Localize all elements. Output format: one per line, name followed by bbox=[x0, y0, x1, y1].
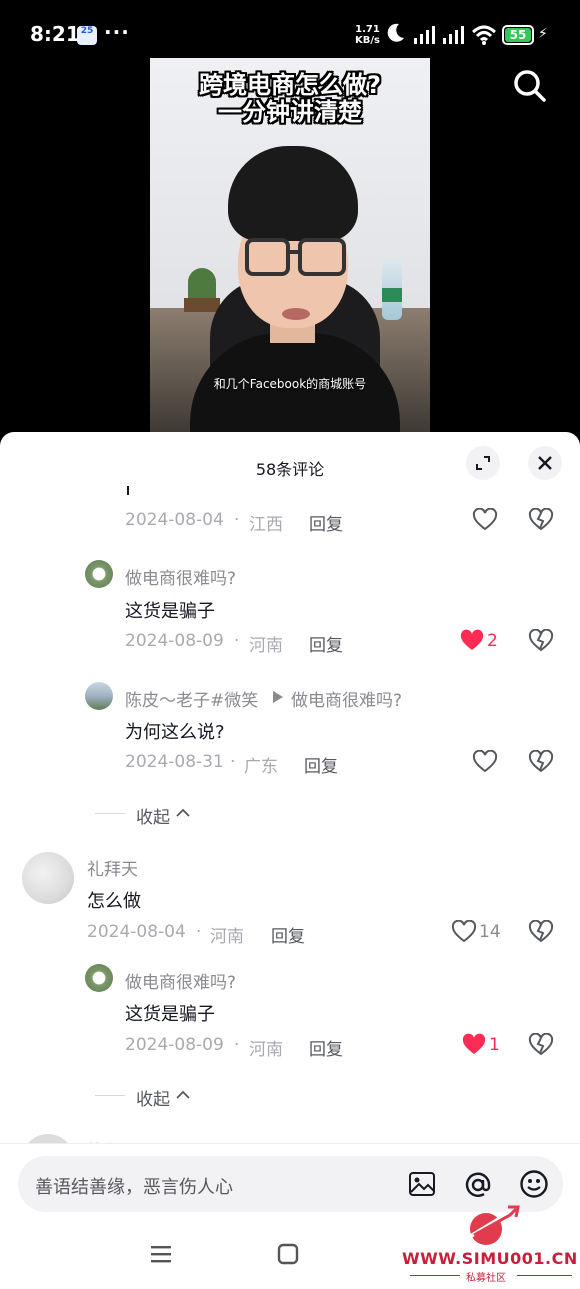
more-notifications-icon: ··· bbox=[104, 20, 130, 44]
reply-author[interactable]: 陈皮～老子#微笑 bbox=[125, 686, 258, 711]
wifi-icon bbox=[471, 25, 497, 45]
reply-date: 2024-08-09 bbox=[125, 1035, 224, 1055]
home-icon[interactable] bbox=[276, 1242, 300, 1266]
avatar[interactable] bbox=[85, 560, 113, 588]
net-speed: 1.71 KB/s bbox=[355, 24, 380, 46]
net-speed-unit: KB/s bbox=[355, 35, 380, 46]
collapse-label: 收起 bbox=[136, 1090, 170, 1110]
reply-button[interactable]: 回复 bbox=[309, 510, 343, 535]
battery-icon: 55 bbox=[502, 25, 534, 45]
app-badge-icon: 25 bbox=[77, 26, 97, 45]
comment-date: 2024-08-04 bbox=[125, 510, 224, 530]
dislike-icon[interactable] bbox=[528, 750, 554, 774]
menu-icon[interactable] bbox=[150, 1244, 172, 1264]
reply-text: 这货是骗子 bbox=[125, 601, 215, 622]
video-player[interactable]: 跨境电商怎么做? 一分钟讲清楚 和几个Facebook的商城账号 bbox=[150, 58, 430, 438]
heart-icon[interactable] bbox=[451, 920, 477, 944]
reply-location: 河南 bbox=[249, 1040, 283, 1060]
reply-button[interactable]: 回复 bbox=[309, 631, 343, 656]
like-count: 1 bbox=[489, 1035, 500, 1055]
like-count: 14 bbox=[479, 922, 501, 942]
close-button[interactable] bbox=[528, 446, 562, 480]
watermark-subtitle: 私募社区 bbox=[466, 1273, 506, 1284]
status-time: 8:21 bbox=[30, 22, 80, 46]
charging-icon: ⚡ bbox=[538, 26, 548, 42]
reply-location: 河南 bbox=[249, 636, 283, 656]
reply-to-author[interactable]: 做电商很难吗? bbox=[291, 686, 402, 711]
watermark-logo bbox=[464, 1205, 520, 1245]
reply-text: 这货是骗子 bbox=[125, 1004, 215, 1025]
reply-date: 2024-08-31 bbox=[125, 752, 224, 772]
video-subtitle: 和几个Facebook的商城账号 bbox=[213, 377, 367, 391]
chevron-up-icon bbox=[176, 1090, 190, 1099]
collapse-label: 收起 bbox=[136, 808, 170, 828]
comment-input-placeholder: 善语结善缘，恶言伤人心 bbox=[35, 1177, 233, 1198]
avatar[interactable] bbox=[22, 852, 74, 904]
reply-button[interactable]: 回复 bbox=[304, 752, 338, 777]
reply-date: 2024-08-09 bbox=[125, 631, 224, 651]
battery-level: 55 bbox=[505, 28, 531, 42]
watermark-url: WWW.SIMU001.CN bbox=[402, 1249, 578, 1268]
video-title-overlay: 跨境电商怎么做? 一分钟讲清楚 bbox=[199, 71, 381, 126]
comment-location: 河南 bbox=[210, 927, 244, 947]
avatar[interactable] bbox=[85, 682, 113, 710]
heart-icon[interactable] bbox=[472, 750, 498, 774]
dislike-icon[interactable] bbox=[528, 508, 554, 532]
expand-button[interactable] bbox=[466, 446, 500, 480]
search-icon[interactable] bbox=[510, 66, 550, 106]
watermark: WWW.SIMU001.CN 私募社区 bbox=[402, 1205, 577, 1285]
like-count: 2 bbox=[487, 631, 498, 651]
reply-arrow-icon bbox=[273, 691, 283, 703]
dislike-icon[interactable] bbox=[528, 1033, 554, 1057]
avatar[interactable] bbox=[85, 964, 113, 992]
expand-icon bbox=[476, 456, 490, 470]
comment-input[interactable]: 善语结善缘，恶言伤人心 bbox=[18, 1156, 563, 1212]
reply-author[interactable]: 做电商很难吗? bbox=[125, 968, 236, 993]
moon-icon bbox=[387, 23, 404, 42]
reply-text: 为何这么说? bbox=[125, 722, 225, 743]
reply-button[interactable]: 回复 bbox=[271, 922, 305, 947]
chevron-up-icon bbox=[176, 808, 190, 817]
heart-filled-icon[interactable] bbox=[459, 629, 485, 653]
reply-button[interactable]: 回复 bbox=[309, 1035, 343, 1060]
heart-icon[interactable] bbox=[472, 508, 498, 532]
reply-author[interactable]: 做电商很难吗? bbox=[125, 564, 236, 589]
comment-text: 怎么做 bbox=[87, 891, 141, 912]
dislike-icon[interactable] bbox=[528, 629, 554, 653]
heart-filled-icon[interactable] bbox=[461, 1033, 487, 1057]
comment-date: 2024-08-04 bbox=[87, 922, 186, 942]
net-speed-value: 1.71 bbox=[355, 24, 380, 35]
dislike-icon[interactable] bbox=[528, 920, 554, 944]
comment-location: 江西 bbox=[249, 515, 283, 535]
signal-icon-2 bbox=[443, 26, 464, 44]
comment-author[interactable]: 礼拜天 bbox=[87, 855, 138, 880]
image-icon[interactable] bbox=[408, 1170, 436, 1198]
close-icon bbox=[538, 456, 552, 470]
emoji-icon[interactable] bbox=[519, 1169, 549, 1199]
at-icon[interactable] bbox=[463, 1170, 493, 1200]
reply-location: 广东 bbox=[244, 757, 278, 777]
signal-icon bbox=[414, 26, 435, 44]
